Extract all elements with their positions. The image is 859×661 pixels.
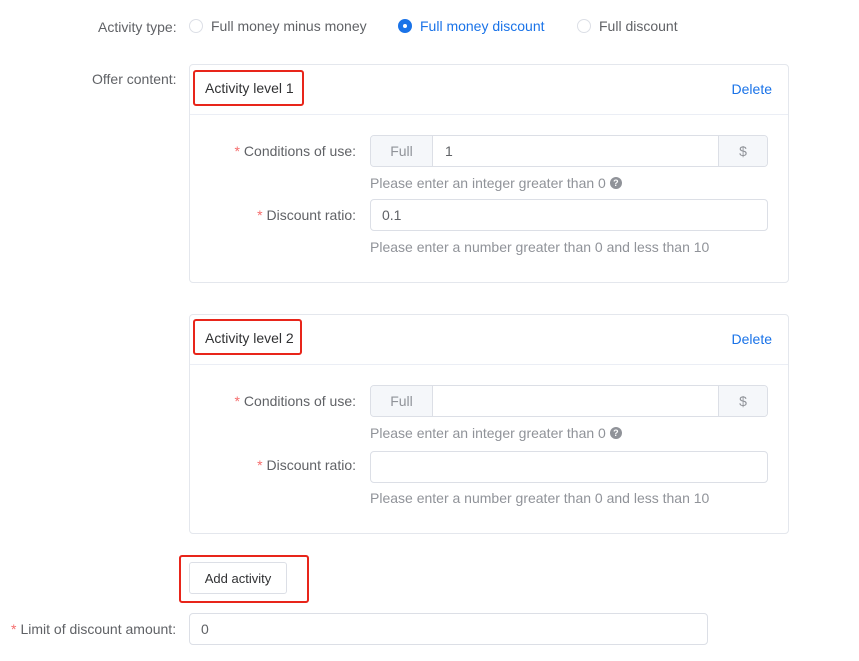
offer-content-label: Offer content: xyxy=(92,71,177,87)
radio-label: Full money minus money xyxy=(211,18,367,34)
required-asterisk: * xyxy=(234,143,240,159)
conditions-input[interactable] xyxy=(433,386,718,416)
radio-full-discount[interactable]: Full discount xyxy=(577,18,678,34)
currency-append: $ xyxy=(718,136,767,166)
limit-of-discount-input[interactable] xyxy=(189,613,708,645)
discount-ratio-input[interactable] xyxy=(370,451,768,483)
delete-level-button[interactable]: Delete xyxy=(732,81,772,97)
discount-ratio-input[interactable] xyxy=(370,199,768,231)
required-asterisk: * xyxy=(234,393,240,409)
discount-ratio-label-text: Discount ratio: xyxy=(266,207,356,223)
radio-label: Full discount xyxy=(599,18,678,34)
discount-ratio-hint: Please enter a number greater than 0 and… xyxy=(370,239,710,255)
conditions-of-use-label: * Conditions of use: xyxy=(234,143,356,159)
highlight-box-level-2 xyxy=(193,319,302,355)
activity-type-label: Activity type: xyxy=(98,19,177,35)
conditions-label-text: Conditions of use: xyxy=(243,143,356,159)
conditions-hint: Please enter an integer greater than 0 ? xyxy=(370,425,622,441)
radio-circle[interactable] xyxy=(189,19,203,33)
radio-label: Full money discount xyxy=(420,18,545,34)
conditions-input-group: Full $ xyxy=(370,135,768,167)
conditions-hint: Please enter an integer greater than 0 ? xyxy=(370,175,622,191)
discount-ratio-label: * Discount ratio: xyxy=(257,457,356,473)
full-prepend: Full xyxy=(371,136,433,166)
delete-level-button[interactable]: Delete xyxy=(732,331,772,347)
highlight-box-level-1 xyxy=(193,70,304,106)
radio-circle[interactable] xyxy=(577,19,591,33)
currency-append: $ xyxy=(718,386,767,416)
limit-of-discount-label: * Limit of discount amount: xyxy=(11,621,176,637)
required-asterisk: * xyxy=(11,621,17,637)
conditions-hint-text: Please enter an integer greater than 0 xyxy=(370,175,606,191)
radio-full-money-discount[interactable]: Full money discount xyxy=(398,18,545,34)
full-prepend: Full xyxy=(371,386,433,416)
question-circle-icon[interactable]: ? xyxy=(609,427,622,439)
conditions-label-text: Conditions of use: xyxy=(243,393,356,409)
radio-full-money-minus-money[interactable]: Full money minus money xyxy=(189,18,367,34)
conditions-input-group: Full $ xyxy=(370,385,768,417)
required-asterisk: * xyxy=(257,207,263,223)
required-asterisk: * xyxy=(257,457,263,473)
conditions-of-use-label: * Conditions of use: xyxy=(234,393,356,409)
discount-ratio-label: * Discount ratio: xyxy=(257,207,356,223)
question-circle-icon[interactable]: ? xyxy=(609,177,622,189)
limit-label-text: Limit of discount amount: xyxy=(20,621,177,637)
conditions-hint-text: Please enter an integer greater than 0 xyxy=(370,425,606,441)
conditions-input[interactable] xyxy=(433,136,718,166)
radio-circle[interactable] xyxy=(398,19,412,33)
add-activity-button[interactable]: Add activity xyxy=(189,562,287,594)
discount-ratio-label-text: Discount ratio: xyxy=(266,457,356,473)
discount-ratio-hint: Please enter a number greater than 0 and… xyxy=(370,490,710,506)
